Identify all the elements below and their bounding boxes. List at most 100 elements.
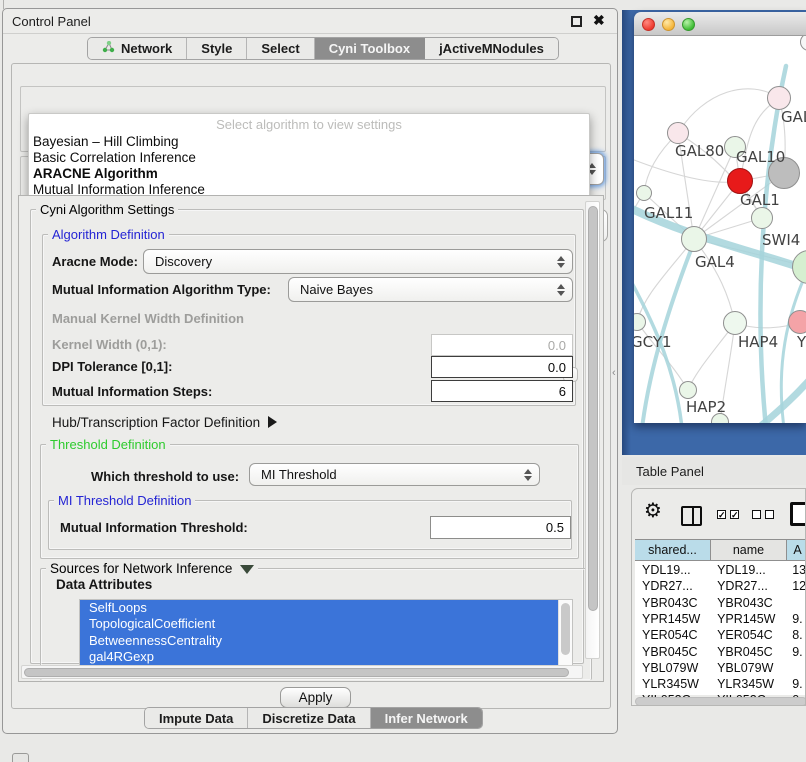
horizontal-scrollbar[interactable] [21,665,583,679]
network-node[interactable] [788,310,806,334]
tab-label: Select [261,41,299,56]
network-node[interactable] [681,226,707,252]
table-row[interactable]: YDL19...YDL19...13 [635,562,806,578]
table-cell: YPR145W [635,611,710,627]
network-node[interactable] [751,207,773,229]
table-horizontal-scrollbar[interactable] [635,697,806,706]
kernel-width-field[interactable] [431,334,573,356]
mi-threshold-label: Mutual Information Threshold: [60,520,248,535]
tab-label: Impute Data [159,711,233,726]
tab-label: Cyni Toolbox [329,41,410,56]
table-column-header[interactable]: name [711,539,787,561]
mi-type-value: Naive Bayes [300,282,373,297]
table-column-header[interactable]: shared... [635,539,711,561]
dropdown-item[interactable]: Basic Correlation Inference [33,150,585,166]
data-attributes-list[interactable]: SelfLoopsTopologicalCoefficientBetweenne… [79,599,573,666]
float-window-icon[interactable] [571,16,582,27]
zoom-traffic-light[interactable] [682,18,695,31]
attribute-item[interactable]: SelfLoops [80,600,559,616]
threshold-definition-title: Threshold Definition [46,437,170,452]
node-label: GAL10 [736,148,785,166]
tab-select[interactable]: Select [247,38,314,59]
table-row[interactable]: YBL079WYBL079W [635,660,806,676]
table-row[interactable]: YER054CYER054C8. [635,627,806,643]
unchecked-checkbox-icon[interactable] [765,510,774,519]
table-row[interactable]: YLR345WYLR345W9. [635,676,806,692]
close-traffic-light[interactable] [642,18,655,31]
tab-jactivemnodules[interactable]: jActiveMNodules [425,38,558,59]
network-window-titlebar[interactable] [634,12,806,36]
checked-checkbox-icon[interactable]: ✓ [717,510,726,519]
stepper-arrows [557,256,565,268]
minimized-panel-icon[interactable] [12,753,29,762]
tab-network[interactable]: Network [88,38,187,59]
network-node[interactable] [636,185,652,201]
vertical-scrollbar[interactable] [585,201,600,659]
aracne-mode-combo[interactable]: Discovery [143,249,573,274]
table-row[interactable]: YPR145WYPR145W9. [635,611,806,627]
list-scrollbar[interactable] [558,600,572,665]
network-node[interactable] [667,122,689,144]
tab-style[interactable]: Style [187,38,247,59]
network-canvas[interactable]: GALGAL80GAL10GAL1GAL11SWI4GAL4GCY1HAP4YH… [634,36,806,423]
table-cell: YDL19... [635,562,710,578]
vertical-scrollbar-thumb[interactable] [588,206,598,611]
node-label: GAL [781,108,806,126]
attribute-item[interactable]: gal4RGexp [80,649,559,665]
dpi-tolerance-field[interactable] [431,356,573,378]
mi-threshold-field[interactable] [430,516,571,539]
table-cell: YBL079W [635,660,710,676]
sources-title-row[interactable]: Sources for Network Inference [46,561,258,576]
network-node[interactable] [679,381,697,399]
network-node[interactable] [723,311,747,335]
dropdown-item[interactable]: Bayesian – Hill Climbing [33,134,585,150]
checked-checkbox-icon[interactable]: ✓ [730,510,739,519]
data-attributes-label: Data Attributes [56,577,152,592]
table-cell: YBR045C [635,644,710,660]
table-cell: YLR345W [710,676,785,692]
control-panel-titlebar: Control Panel ✖ [3,9,617,34]
minimize-traffic-light[interactable] [662,18,675,31]
dropdown-placeholder: Select algorithm to view settings [29,117,589,132]
table-row[interactable]: YBR045CYBR045C9. [635,644,806,660]
node-label: GAL4 [695,253,735,271]
horizontal-scrollbar-thumb[interactable] [24,668,569,677]
table-cell: 12 [785,578,806,594]
list-scrollbar-thumb[interactable] [561,603,570,655]
tab-label: Discretize Data [262,711,355,726]
attribute-item[interactable]: BetweennessCentrality [80,633,559,649]
network-view-frame: GALGAL80GAL10GAL1GAL11SWI4GAL4GCY1HAP4YH… [622,10,806,455]
document-icon[interactable] [790,502,806,526]
attribute-item[interactable]: TopologicalCoefficient [80,616,559,632]
mi-type-combo[interactable]: Naive Bayes [288,277,573,302]
table-column-header[interactable]: A [787,539,806,561]
hub-definition-toggle[interactable]: Hub/Transcription Factor Definition [52,415,277,430]
table-cell: YLR345W [635,676,710,692]
table-row[interactable]: YDR27...YDR27...12 [635,578,806,594]
table-row[interactable]: YBR043CYBR043C [635,595,806,611]
unchecked-checkbox-icon[interactable] [752,510,761,519]
node-table-panel: ⚙ ✓ ✓ shared...nameA YDL19...YDL19...13Y… [631,488,806,706]
mi-steps-label: Mutual Information Steps: [52,384,212,399]
bottom-tabs: Impute Data Discretize Data Infer Network [144,707,483,729]
mi-threshold-title: MI Threshold Definition [54,493,195,508]
table-cell: YDR27... [635,578,710,594]
dropdown-item[interactable]: ARACNE Algorithm [33,166,585,182]
close-icon[interactable]: ✖ [593,12,605,29]
tab-cyni-toolbox[interactable]: Cyni Toolbox [315,38,425,59]
kernel-width-label: Kernel Width (0,1): [52,337,167,352]
stepper-arrows [524,469,532,481]
network-node[interactable] [767,86,791,110]
tab-infer-network[interactable]: Infer Network [371,708,482,728]
column-layout-icon[interactable] [681,506,702,526]
apply-button[interactable]: Apply [280,687,351,708]
table-cell: YDL19... [710,562,785,578]
tab-discretize-data[interactable]: Discretize Data [248,708,370,728]
panel-splitter-arrow[interactable]: ‹ [612,367,616,379]
table-cell: YBR045C [710,644,785,660]
mi-steps-field[interactable] [431,380,573,402]
table-cell: 9. [785,611,806,627]
which-threshold-combo[interactable]: MI Threshold [249,463,540,486]
gear-icon[interactable]: ⚙ [644,498,662,522]
tab-impute-data[interactable]: Impute Data [145,708,248,728]
